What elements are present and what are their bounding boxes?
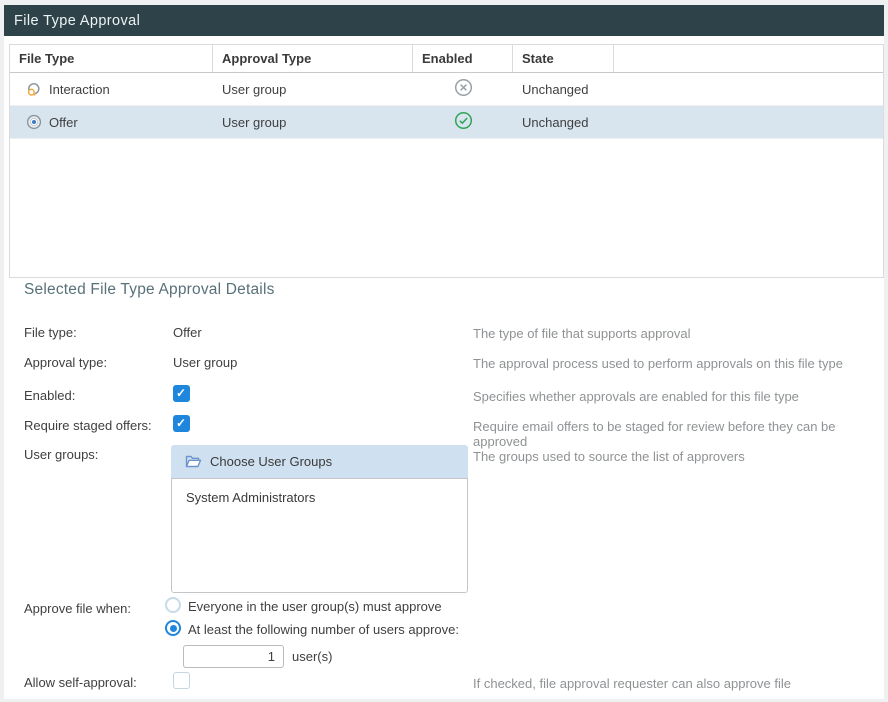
approval-type-label: Approval type: — [24, 355, 107, 370]
disabled-x-circle-icon — [454, 78, 473, 100]
table-header-row: File Type Approval Type Enabled State — [10, 45, 883, 73]
cell-filler — [614, 73, 883, 105]
user-count-input[interactable] — [183, 645, 284, 668]
require-staged-offers-description: Require email offers to be staged for re… — [473, 419, 884, 449]
allow-self-approval-description: If checked, file approval requester can … — [473, 676, 791, 691]
cell-state: Unchanged — [513, 73, 614, 105]
user-groups-label: User groups: — [24, 447, 98, 462]
user-group-item[interactable]: System Administrators — [172, 479, 467, 505]
panel-title-bar: File Type Approval — [4, 5, 884, 36]
choose-user-groups-button[interactable]: Choose User Groups — [171, 445, 468, 478]
page-title: File Type Approval — [14, 13, 140, 29]
approve-file-when-label: Approve file when: — [24, 601, 131, 616]
file-type-label: File type: — [24, 325, 77, 340]
allow-self-approval-checkbox[interactable] — [173, 672, 190, 689]
file-type-table: File Type Approval Type Enabled State In… — [9, 44, 884, 278]
enabled-label: Enabled: — [24, 388, 75, 403]
approval-type-description: The approval process used to perform app… — [473, 356, 843, 371]
cell-file-type: Interaction — [49, 82, 110, 97]
file-type-approval-panel: File Type Approval File Type Approval Ty… — [4, 5, 884, 699]
approval-type-value: User group — [173, 355, 237, 370]
file-type-description: The type of file that supports approval — [473, 326, 691, 341]
cell-file-type: Offer — [49, 115, 78, 130]
everyone-must-approve-label: Everyone in the user group(s) must appro… — [188, 599, 442, 614]
column-header-enabled[interactable]: Enabled — [413, 45, 513, 72]
table-row-interaction[interactable]: Interaction User group Unchanged — [10, 73, 883, 106]
at-least-number-approve-label: At least the following number of users a… — [188, 622, 459, 637]
column-header-state[interactable]: State — [513, 45, 614, 72]
interaction-icon — [26, 81, 42, 97]
details-section-heading: Selected File Type Approval Details — [24, 281, 275, 299]
column-header-approval-type[interactable]: Approval Type — [213, 45, 413, 72]
cell-approval-type: User group — [213, 73, 413, 105]
at-least-number-approve-radio[interactable] — [165, 620, 181, 636]
enabled-check-circle-icon — [454, 111, 473, 133]
enabled-checkbox[interactable] — [173, 385, 190, 402]
column-header-file-type[interactable]: File Type — [10, 45, 213, 72]
file-type-value: Offer — [173, 325, 202, 340]
open-folder-icon — [185, 454, 202, 469]
everyone-must-approve-radio[interactable] — [165, 597, 181, 613]
allow-self-approval-label: Allow self-approval: — [24, 675, 137, 690]
cell-approval-type: User group — [213, 106, 413, 138]
cell-state: Unchanged — [513, 106, 614, 138]
user-count-suffix: user(s) — [292, 649, 332, 664]
user-groups-list: System Administrators — [171, 478, 468, 593]
choose-user-groups-label: Choose User Groups — [210, 454, 332, 469]
column-header-filler — [614, 45, 883, 72]
user-groups-description: The groups used to source the list of ap… — [473, 449, 745, 464]
table-row-offer[interactable]: Offer User group Unchanged — [10, 106, 883, 139]
cell-filler — [614, 106, 883, 138]
offer-icon — [26, 114, 42, 130]
require-staged-offers-checkbox[interactable] — [173, 415, 190, 432]
enabled-description: Specifies whether approvals are enabled … — [473, 389, 799, 404]
require-staged-offers-label: Require staged offers: — [24, 418, 152, 433]
